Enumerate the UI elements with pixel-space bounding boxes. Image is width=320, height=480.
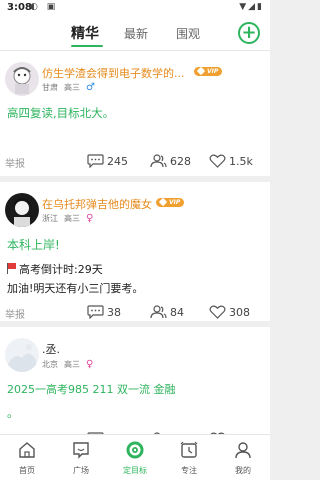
vip-gem-icon: [196, 66, 206, 76]
user-meta: 北京 高三 ♀: [42, 359, 99, 370]
avatar[interactable]: [5, 62, 39, 96]
status-notification-icons: ◐ ▣: [30, 2, 59, 12]
username[interactable]: 在乌托邦弹吉他的魔女: [42, 196, 152, 212]
username[interactable]: 仿生学渣会得到电子数学的...: [42, 65, 185, 81]
vip-badge: VIP: [156, 197, 185, 207]
comment-count[interactable]: 245: [87, 154, 128, 168]
report-link[interactable]: 举报: [5, 306, 25, 321]
status-time: 3:08: [7, 2, 32, 13]
username[interactable]: .丞.: [42, 341, 60, 357]
active-tab-indicator: [71, 45, 103, 47]
heart-icon: [209, 154, 226, 168]
post-content[interactable]: 2025一高考985 211 双一流 金融: [7, 381, 175, 397]
comment-icon: [87, 305, 104, 319]
comment-count[interactable]: 38: [87, 305, 121, 319]
plus-circle-icon: +: [241, 22, 257, 43]
post-card[interactable]: 仿生学渣会得到电子数学的... VIP 甘肃 高三 ♂ 高四复读,目标北大。 举报 …: [0, 51, 270, 176]
like-count[interactable]: 308: [209, 305, 250, 319]
view-count: 628: [150, 154, 191, 168]
users-icon: [150, 305, 167, 319]
location: 北京: [42, 360, 58, 369]
location: 浙江: [42, 214, 58, 223]
tab-jinghua[interactable]: 精华: [71, 23, 99, 43]
nav-home[interactable]: 首页: [0, 435, 54, 480]
chat-square-icon: [73, 442, 89, 459]
grade: 高三: [64, 83, 80, 92]
vip-badge: VIP: [194, 66, 223, 76]
status-signal-battery-icons: ▼◢▮: [239, 2, 264, 12]
post-content[interactable]: 本科上岸!: [7, 236, 60, 253]
person-icon: [235, 442, 251, 459]
clock-icon: [180, 441, 198, 458]
post-card[interactable]: 在乌托邦弹吉他的魔女 VIP 浙江 高三 ♀ 本科上岸! 高考倒计时:29天 加油!…: [0, 182, 270, 321]
nav-focus[interactable]: 专注: [162, 435, 216, 480]
tab-zuixin[interactable]: 最新: [124, 25, 148, 42]
nav-mine[interactable]: 我的: [216, 435, 270, 480]
location: 甘肃: [42, 83, 58, 92]
nav-square[interactable]: 广场: [54, 435, 108, 480]
like-count[interactable]: 1.5k: [209, 154, 253, 168]
tab-weiguan[interactable]: 围观: [176, 25, 200, 42]
countdown-line: 高考倒计时:29天: [7, 261, 103, 277]
users-icon: [150, 154, 167, 168]
gender-male-icon: ♂: [86, 82, 95, 93]
home-icon: [19, 442, 35, 458]
user-meta: 甘肃 高三 ♂: [42, 82, 101, 93]
top-tab-bar: 精华 最新 围观 +: [0, 18, 270, 51]
status-bar: 3:08 ◐ ▣ ▼◢▮: [0, 0, 270, 18]
report-link[interactable]: 举报: [5, 155, 25, 170]
post-card[interactable]: .丞. 北京高三♀ 2025一高考985 211 双一流 金融 。 举报 147…: [0, 327, 270, 448]
gender-female-icon: ♀: [86, 359, 94, 370]
avatar[interactable]: [5, 193, 39, 227]
comment-icon: [87, 154, 104, 168]
post-content[interactable]: 高四复读,目标北大。: [7, 105, 114, 121]
red-flag-icon: [7, 263, 16, 274]
heart-icon: [209, 305, 226, 319]
target-icon: [126, 441, 144, 459]
grade: 高三: [64, 360, 80, 369]
gender-female-icon: ♀: [86, 213, 94, 224]
post-content-continued: 。: [7, 406, 19, 420]
post-text-line: 加油!明天还有小三门要考。: [7, 282, 144, 295]
bottom-nav-bar: 首页 广场 定目标 专注 我的: [0, 434, 270, 480]
add-post-button[interactable]: +: [238, 22, 260, 44]
nav-set-goal[interactable]: 定目标: [108, 435, 162, 480]
grade: 高三: [64, 214, 80, 223]
avatar[interactable]: [5, 338, 39, 372]
view-count: 84: [150, 305, 184, 319]
vip-gem-icon: [158, 197, 168, 207]
user-meta: 浙江 高三 ♀: [42, 213, 99, 224]
